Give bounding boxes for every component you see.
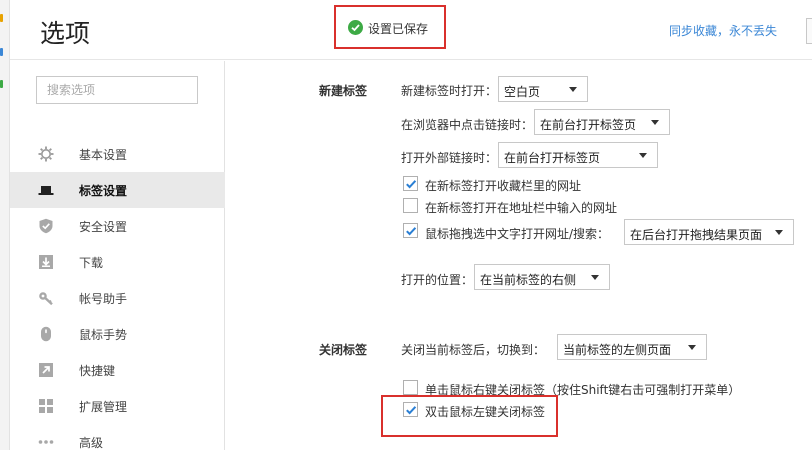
sidebar-item-extensions[interactable]: 扩展管理 <box>10 388 225 424</box>
header: 选项 设置已保存 同步收藏，永不丢失 <box>10 0 812 60</box>
settings-content: 新建标签 新建标签时打开： 空白页 在浏览器中点击链接时： 在前台打开标签页 打… <box>226 61 812 450</box>
sidebar-item-label: 安全设置 <box>79 220 128 234</box>
close-switch-select[interactable]: 当前标签的左侧页面 <box>557 334 707 360</box>
sidebar-item-shortcut[interactable]: 快捷键 <box>10 352 225 388</box>
top-right-button[interactable] <box>806 18 812 44</box>
open-new-tab-value: 空白页 <box>504 85 541 99</box>
chevron-down-icon <box>775 230 783 235</box>
sidebar-item-label: 扩展管理 <box>79 400 128 414</box>
sidebar-nav: 基本设置 标签设置 安全设置 下载 帐号助手 鼠标手势 快捷键 扩展管理 高级 <box>10 136 225 450</box>
chevron-down-icon <box>569 87 577 92</box>
sidebar-item-security[interactable]: 安全设置 <box>10 208 225 244</box>
sidebar-item-label: 帐号助手 <box>79 292 128 306</box>
check-circle-icon <box>348 20 363 35</box>
chevron-down-icon <box>688 345 696 350</box>
open-new-tab-label: 新建标签时打开： <box>401 84 498 98</box>
sidebar-item-label: 下载 <box>79 256 104 270</box>
saved-status-highlight: 设置已保存 <box>334 5 446 49</box>
chevron-down-icon <box>591 275 599 280</box>
chevron-down-icon <box>651 120 659 125</box>
open-position-value: 在当前标签的右侧 <box>480 273 577 287</box>
edge-marker-icon <box>0 80 3 88</box>
options-page: 选项 设置已保存 同步收藏，永不丢失 基本设置 标签设置 <box>0 0 812 450</box>
sidebar-item-label: 标签设置 <box>79 184 128 198</box>
external-link-select[interactable]: 在前台打开标签页 <box>498 142 658 168</box>
sidebar-item-basic[interactable]: 基本设置 <box>10 136 225 172</box>
laptop-icon <box>38 182 54 198</box>
sidebar-item-tabs[interactable]: 标签设置 <box>10 172 225 208</box>
gear-icon <box>38 146 54 162</box>
mouse-icon <box>38 326 54 342</box>
external-link-value: 在前台打开标签页 <box>504 151 601 165</box>
middle-click-label: 在浏览器中点击链接时： <box>401 118 534 132</box>
grid-icon <box>38 398 54 414</box>
middle-click-value: 在前台打开标签页 <box>540 118 637 132</box>
double-click-close-label: 双击鼠标左键关闭标签 <box>425 405 546 419</box>
addressbar-new-tab-label: 在新标签打开在地址栏中输入的网址 <box>425 201 618 215</box>
middle-click-select[interactable]: 在前台打开标签页 <box>534 109 670 135</box>
open-new-tab-select[interactable]: 空白页 <box>498 76 588 102</box>
window-edge-strip <box>0 0 10 450</box>
drag-text-open-label: 鼠标拖拽选中文字打开网址/搜索： <box>425 227 610 241</box>
saved-status-text: 设置已保存 <box>368 22 429 36</box>
addressbar-new-tab-checkbox[interactable] <box>403 198 418 213</box>
key-icon <box>38 290 54 306</box>
sync-favorites-link[interactable]: 同步收藏，永不丢失 <box>669 22 777 39</box>
sidebar-item-download[interactable]: 下载 <box>10 244 225 280</box>
close-switch-value: 当前标签的左侧页面 <box>563 343 672 357</box>
external-link-label: 打开外部链接时： <box>401 151 498 165</box>
close-switch-label: 关闭当前标签后，切换到： <box>401 343 546 357</box>
edge-marker-icon <box>0 14 3 22</box>
drag-result-value: 在后台打开拖拽结果页面 <box>630 228 763 242</box>
right-click-close-checkbox[interactable] <box>403 380 418 395</box>
open-position-select[interactable]: 在当前标签的右侧 <box>474 264 610 290</box>
sidebar-item-label: 基本设置 <box>79 148 128 162</box>
section-title-new-tab: 新建标签 <box>319 84 368 98</box>
sidebar-item-label: 鼠标手势 <box>79 328 128 342</box>
sidebar-item-account[interactable]: 帐号助手 <box>10 280 225 316</box>
favorites-new-tab-checkbox[interactable] <box>403 176 418 191</box>
page-title: 选项 <box>40 19 91 48</box>
open-position-label: 打开的位置： <box>401 273 474 287</box>
sidebar-item-mouse-gesture[interactable]: 鼠标手势 <box>10 316 225 352</box>
search-input[interactable] <box>36 76 198 104</box>
sidebar-item-advanced[interactable]: 高级 <box>10 424 225 450</box>
sidebar: 基本设置 标签设置 安全设置 下载 <box>10 61 225 450</box>
sidebar-item-label: 快捷键 <box>79 364 116 378</box>
section-title-close-tab: 关闭标签 <box>319 343 368 357</box>
drag-result-select[interactable]: 在后台打开拖拽结果页面 <box>624 219 794 245</box>
shortcut-arrow-icon <box>38 362 54 378</box>
edge-marker-icon <box>0 48 3 56</box>
favorites-new-tab-label: 在新标签打开收藏栏里的网址 <box>425 179 582 193</box>
download-icon <box>38 254 54 270</box>
double-click-close-checkbox[interactable] <box>403 402 418 417</box>
sidebar-item-label: 高级 <box>79 436 104 450</box>
drag-text-open-checkbox[interactable] <box>403 223 418 238</box>
shield-check-icon <box>38 218 54 234</box>
chevron-down-icon <box>639 153 647 158</box>
more-dots-icon <box>38 434 54 450</box>
